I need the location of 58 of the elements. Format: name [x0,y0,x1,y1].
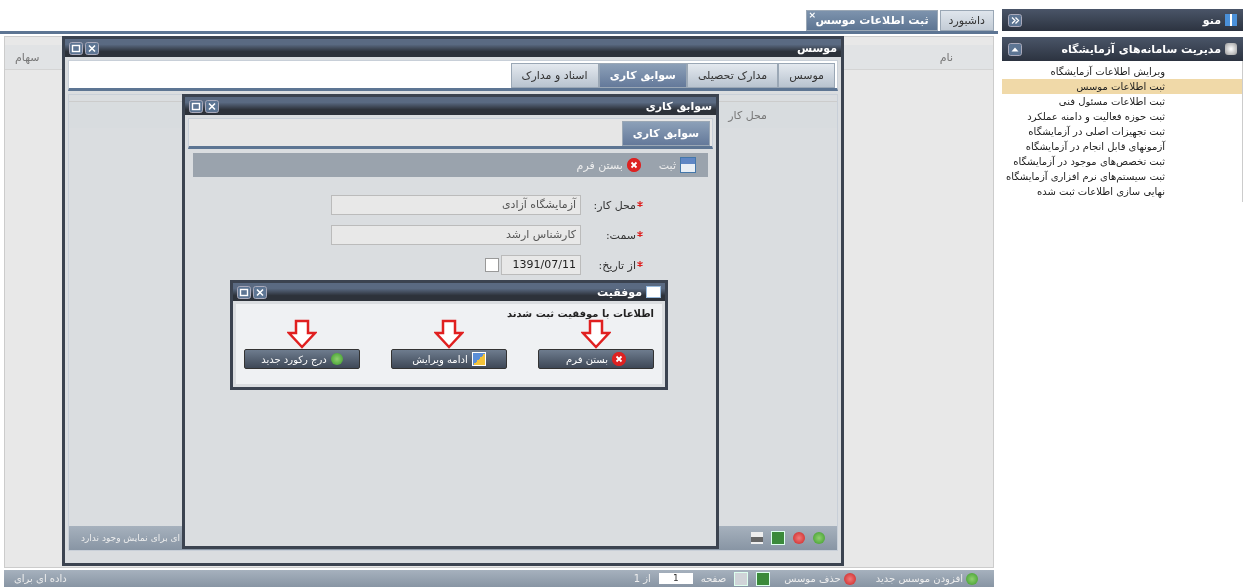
close-form-button[interactable]: بستن فرم [538,349,654,369]
column-header: سهام [15,50,40,64]
tab[interactable]: موسس [778,63,835,88]
tab[interactable]: اسناد و مدارک [510,63,599,88]
maximize-icon[interactable] [69,41,83,55]
page-total: از 1 [633,573,651,584]
calendar-icon[interactable] [485,258,499,272]
menu-icon [1225,14,1237,26]
menu-item[interactable]: ثبت حوزه فعالیت و دامنه عملکرد [1002,109,1242,124]
printer-icon[interactable] [751,532,763,544]
collapse-icon[interactable] [1008,42,1022,56]
menu-item[interactable]: ثبت سیستم‌های نرم افزاری آزمایشگاه [1002,169,1242,184]
close-icon [612,352,626,366]
page-field[interactable]: 1 [658,573,693,584]
window-title: سوابق کاری [645,99,712,113]
tab[interactable]: مدارک تحصیلی [686,63,779,88]
menu-item[interactable]: ثبت اطلاعات مسئول فنی [1002,94,1242,109]
close-icon[interactable] [253,285,267,299]
success-message: اطلاعات با موفقیت ثبت شدند [506,308,655,319]
down-arrow-icon [434,319,464,349]
menu-title: منو [1202,13,1221,27]
field-label: سمت: [605,228,636,242]
text-field[interactable]: کارشناس ارشد [331,225,581,245]
tab[interactable]: سوابق کاری [598,63,687,88]
column-header: محل کار [728,108,767,122]
field-label: محل کار: [593,198,636,212]
empty-message: داده ای برای [14,573,67,584]
pencil-icon [471,352,486,366]
down-arrow-icon [287,319,317,349]
close-icon[interactable] [205,99,219,113]
new-record-button[interactable]: درج رکورد جدید [244,349,360,369]
restore-icon[interactable] [237,285,251,299]
close-icon[interactable] [85,41,99,55]
page-label: صفحه [700,573,727,584]
tab[interactable]: ثبت اطلاعات موسس× [806,10,938,31]
menu-item[interactable]: ثبت اطلاعات موسس [1002,79,1242,94]
date-field[interactable]: 1391/07/11 [501,255,581,275]
window-title: موسس [796,41,837,55]
menu-item[interactable]: ویرایش اطلاعات آزمایشگاه [1002,64,1242,79]
menu-item[interactable]: نهایی سازی اطلاعات ثبت شده [1002,184,1242,199]
tab[interactable]: سوابق کاری [621,121,710,146]
menu-item[interactable]: ثبت تجهیزات اصلی در آزمایشگاه [1002,124,1242,139]
maximize-icon[interactable] [189,99,203,113]
empty-message: ای برای نمایش وجود ندارد [81,533,181,543]
close-icon [626,158,641,172]
continue-editing-button[interactable]: ادامه ویرایش [391,349,507,369]
field-label: از تاریخ: [598,258,636,272]
text-field[interactable]: آزمایشگاه آزادی [331,195,581,215]
column-header: نام [939,50,953,64]
collapse-icon[interactable] [1008,13,1022,27]
menu-item[interactable]: ثبت تخصص‌های موجود در آزمایشگاه [1002,154,1242,169]
dialog-title: موفقیت [597,285,642,299]
menu-item[interactable]: آزمونهای قابل انجام در آزمایشگاه [1002,139,1242,154]
section-header[interactable]: مدیریت سامانه‌های آزمایشگاه [1002,37,1243,61]
window-icon [646,286,661,298]
down-arrow-icon [581,319,611,349]
tab[interactable]: داشبورد [939,10,994,31]
section-title: مدیریت سامانه‌های آزمایشگاه [1061,42,1221,56]
